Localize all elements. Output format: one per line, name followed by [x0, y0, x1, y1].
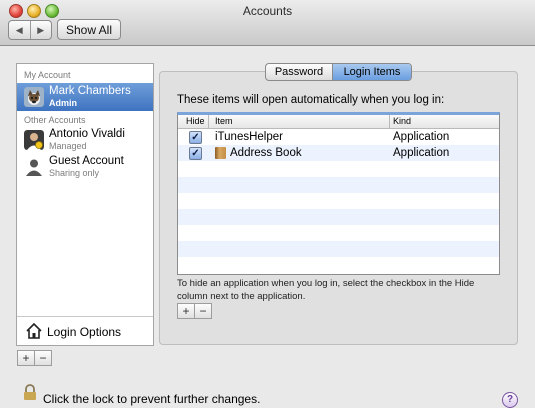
remove-login-item-button[interactable]: − — [195, 304, 211, 318]
account-mark-chambers[interactable]: Mark Chambers Admin — [17, 83, 153, 111]
item-kind: Application — [393, 131, 450, 143]
tab-login-items[interactable]: Login Items — [333, 64, 411, 80]
window-title: Accounts — [242, 4, 293, 18]
guest-silhouette-icon — [26, 159, 42, 176]
hide-checkbox[interactable]: ✓ — [189, 147, 202, 160]
table-row-empty — [178, 225, 499, 241]
forward-button[interactable]: ▶ — [31, 21, 52, 39]
my-account-header: My Account — [24, 70, 71, 80]
table-row-empty — [178, 241, 499, 257]
table-row-empty — [178, 177, 499, 193]
lock-message: Click the lock to prevent further change… — [43, 392, 261, 406]
login-items-hint: To hide an application when you log in, … — [177, 278, 475, 302]
account-status: Managed — [49, 141, 87, 151]
hide-checkbox[interactable]: ✓ — [189, 131, 202, 144]
account-name: Guest Account — [49, 155, 124, 167]
table-row[interactable]: ✓ Address Book Application — [178, 145, 499, 161]
tab-password[interactable]: Password — [266, 64, 333, 80]
account-status: Sharing only — [49, 168, 100, 178]
table-row[interactable]: ✓ iTunesHelper Application — [178, 129, 499, 145]
column-header-hide[interactable]: Hide — [186, 116, 205, 126]
account-status: Admin — [49, 98, 77, 108]
house-icon — [26, 322, 42, 339]
column-header-item[interactable]: Item — [215, 116, 233, 126]
table-row-empty — [178, 161, 499, 177]
other-accounts-header: Other Accounts — [24, 115, 86, 125]
accounts-sidebar: My Account Mark Chambers Admin Other Acc… — [16, 63, 154, 346]
item-kind: Application — [393, 147, 450, 159]
help-button[interactable]: ? — [502, 392, 518, 408]
add-login-item-button[interactable]: + — [178, 304, 195, 318]
user-avatar-icon — [24, 87, 44, 107]
login-options-item[interactable]: Login Options — [17, 316, 153, 345]
account-guest[interactable]: Guest Account Sharing only — [17, 153, 153, 181]
add-account-button[interactable]: + — [18, 351, 35, 365]
show-all-button[interactable]: Show All — [57, 19, 121, 40]
title-bar: Accounts ◀ ▶ Show All — [0, 0, 535, 46]
table-row-empty — [178, 193, 499, 209]
lock-icon[interactable] — [22, 384, 38, 400]
back-button[interactable]: ◀ — [9, 21, 31, 39]
user-avatar-icon — [24, 130, 44, 150]
table-row-empty — [178, 209, 499, 225]
table-row-empty — [178, 257, 499, 273]
remove-account-button[interactable]: − — [35, 351, 51, 365]
tab-control: Password Login Items — [265, 63, 412, 81]
item-name: Address Book — [230, 147, 302, 159]
account-antonio-vivaldi[interactable]: Antonio Vivaldi Managed — [17, 126, 153, 154]
address-book-icon — [215, 147, 226, 159]
account-name: Antonio Vivaldi — [49, 128, 125, 140]
account-name: Mark Chambers — [49, 85, 131, 97]
account-add-remove-buttons: + − — [17, 350, 52, 366]
column-header-kind[interactable]: Kind — [393, 116, 411, 126]
login-options-label: Login Options — [47, 325, 122, 339]
login-item-add-remove-buttons: + − — [177, 303, 212, 319]
login-items-table: Hide Item Kind ✓ iTunesHelper Applicatio… — [177, 112, 500, 275]
item-name: iTunesHelper — [215, 131, 283, 143]
navigation-buttons: ◀ ▶ — [8, 20, 52, 40]
login-items-description: These items will open automatically when… — [177, 94, 445, 106]
table-header: Hide Item Kind — [178, 115, 499, 129]
